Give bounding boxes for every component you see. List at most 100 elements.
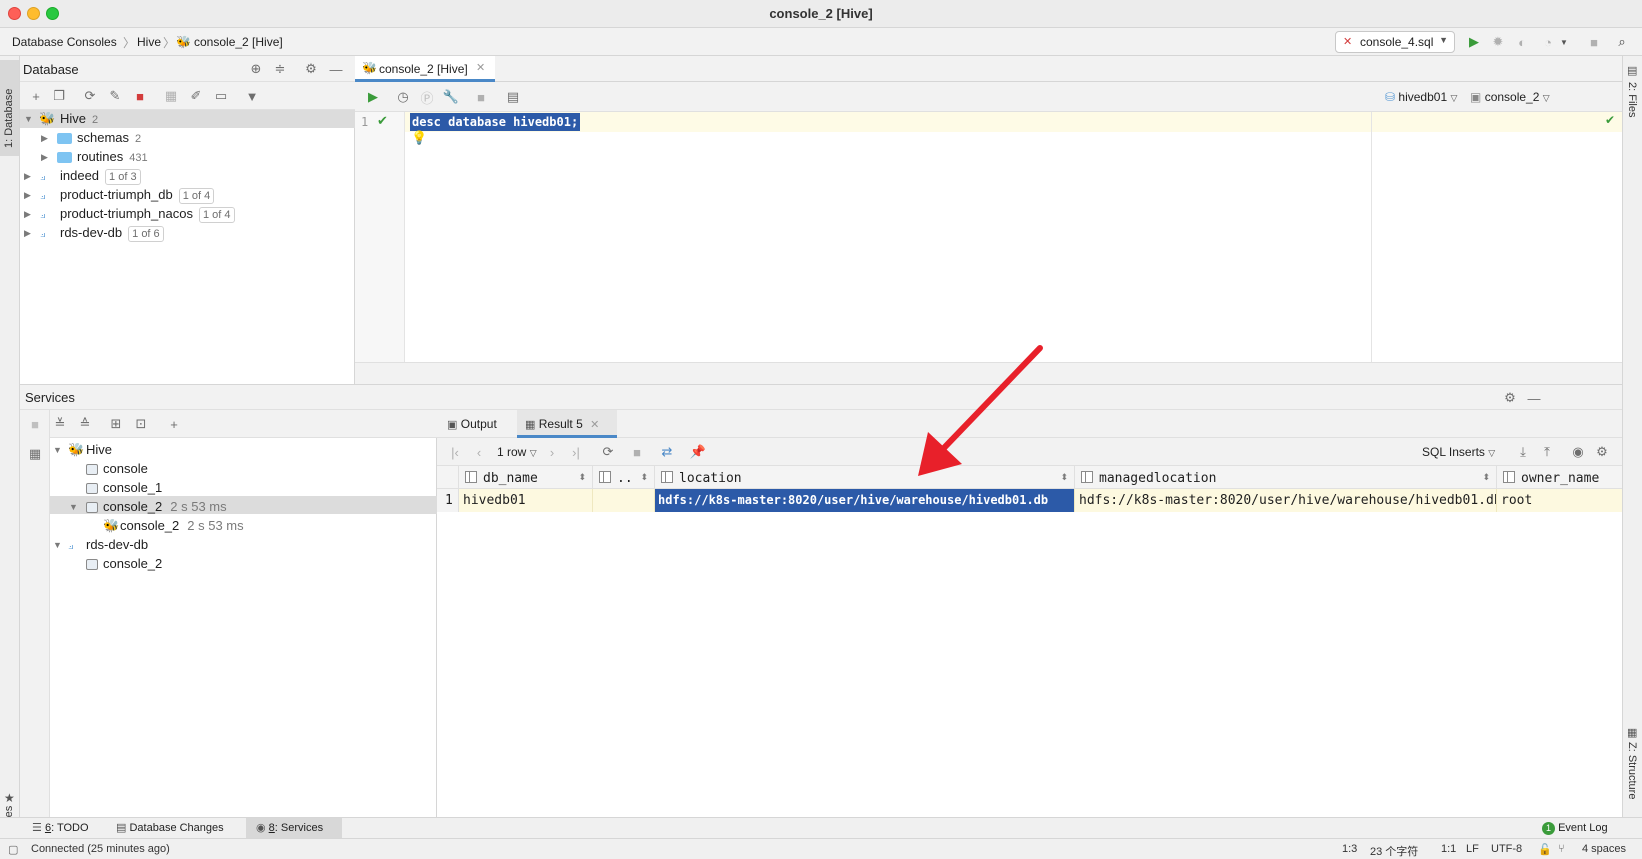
coverage-icon[interactable]: ◐ <box>1514 34 1530 50</box>
stop-icon[interactable]: ■ <box>1586 34 1602 50</box>
gear-icon[interactable]: ⚙ <box>303 61 319 77</box>
next-page-icon[interactable]: › <box>544 444 560 460</box>
column-header-owner-name[interactable]: owner_name <box>1497 466 1622 489</box>
edit-icon[interactable]: ✐ <box>188 88 204 104</box>
chevron-down-icon[interactable]: ▼ <box>69 497 78 517</box>
copy-icon[interactable]: ❐ <box>51 88 67 104</box>
expand-all-icon[interactable]: ≚ <box>52 416 68 432</box>
console-icon[interactable]: ▭ <box>213 88 229 104</box>
pin-session-icon[interactable]: Ⓟ <box>419 89 435 106</box>
line-separator[interactable]: LF <box>1466 843 1479 855</box>
locate-icon[interactable]: ⊕ <box>248 61 264 77</box>
chevron-down-icon[interactable]: ▼ <box>24 109 33 129</box>
chevron-right-icon[interactable]: ▶ <box>41 128 48 148</box>
hide-icon[interactable]: — <box>1526 390 1542 406</box>
disconnect-icon[interactable]: ■ <box>132 88 148 104</box>
table-view-icon[interactable]: ▤ <box>505 89 521 105</box>
filter-icon[interactable]: ▼ <box>244 88 260 104</box>
column-header-location[interactable]: location ⬍ <box>655 466 1075 489</box>
event-log-tool-button[interactable]: 1 Event Log <box>1542 818 1608 839</box>
chevron-right-icon[interactable]: ▶ <box>24 223 31 243</box>
table-icon[interactable]: ▦ <box>163 88 179 104</box>
session-selector[interactable]: ▣ console_2 ▽ <box>1470 90 1550 104</box>
tree-node-product-triumph-nacos[interactable]: ▶ ⟓ product-triumph_nacos 1 of 4 <box>20 204 355 224</box>
table-cell[interactable]: hivedb01 <box>459 489 593 512</box>
tree-node-schemas[interactable]: ▶ schemas 2 <box>20 128 355 148</box>
table-cell[interactable]: root <box>1497 489 1622 512</box>
execute-icon[interactable]: ▶ <box>365 89 381 105</box>
close-icon[interactable]: ✕ <box>476 61 485 74</box>
sort-icon[interactable]: ⬍ <box>1060 466 1068 488</box>
profile-icon[interactable]: ◔ <box>1540 34 1556 50</box>
wrench-icon[interactable]: 🔧 <box>443 89 459 105</box>
first-page-icon[interactable]: |‹ <box>447 444 463 460</box>
download-icon[interactable]: ⤓ <box>1515 444 1531 460</box>
sql-code-selected[interactable]: desc database hivedb01; <box>410 113 581 131</box>
search-icon[interactable]: ⌕ <box>1614 34 1630 50</box>
files-tool-tab[interactable]: 2: Files <box>1626 82 1638 117</box>
service-node-rds-dev-db[interactable]: ▼ ⟓ rds-dev-db <box>50 535 437 555</box>
sort-icon[interactable]: ⬍ <box>578 466 586 488</box>
tab-console-2[interactable]: 🐝 console_2 [Hive] ✕ <box>355 56 495 82</box>
lock-icon[interactable]: 🔓 <box>1538 843 1552 856</box>
refresh-icon[interactable]: ⟳ <box>82 88 98 104</box>
caret-position[interactable]: 1:3 <box>1342 843 1357 855</box>
run-configuration-select[interactable]: ✕ console_4.sql ▼ <box>1335 31 1455 53</box>
previous-page-icon[interactable]: ‹ <box>471 444 487 460</box>
structure-tool-tab[interactable]: Z: Structure <box>1626 742 1638 799</box>
tree-node-indeed[interactable]: ▶ ⟓ indeed 1 of 3 <box>20 166 355 186</box>
group-icon[interactable]: ⊞ <box>108 416 124 432</box>
sort-icon[interactable]: ⬍ <box>1482 466 1490 488</box>
upload-icon[interactable]: ⤒ <box>1539 444 1555 460</box>
gear-icon[interactable]: ⚙ <box>1502 390 1518 406</box>
chevron-down-icon[interactable]: ▼ <box>53 440 62 460</box>
add-icon[interactable]: + <box>28 88 44 104</box>
edit-properties-icon[interactable]: ✎ <box>107 88 123 104</box>
debug-icon[interactable]: ✹ <box>1490 34 1506 50</box>
collapse-icon[interactable]: ≑ <box>272 61 288 77</box>
hide-icon[interactable]: — <box>328 61 344 77</box>
chevron-right-icon[interactable]: ▶ <box>24 185 31 205</box>
lightbulb-icon[interactable]: 💡 <box>411 130 427 146</box>
stop-icon[interactable]: ■ <box>629 444 645 460</box>
tree-node-rds-dev-db[interactable]: ▶ ⟓ rds-dev-db 1 of 6 <box>20 223 355 243</box>
refresh-icon[interactable]: ⟳ <box>600 444 616 460</box>
indent-setting[interactable]: 4 spaces <box>1582 843 1626 855</box>
todo-tool-button[interactable]: ☰ 6: TODO <box>32 818 89 839</box>
breadcrumb-hive[interactable]: Hive <box>137 35 161 49</box>
caret-position-secondary[interactable]: 1:1 <box>1441 843 1456 855</box>
column-header-comment[interactable]: .. ⬍ <box>593 466 655 489</box>
close-icon[interactable]: ✕ <box>590 419 599 431</box>
table-cell-selected[interactable]: hdfs://k8s-master:8020/user/hive/warehou… <box>655 489 1075 512</box>
service-node-console-2-session[interactable]: 🐝 console_2 2 s 53 ms <box>50 516 437 536</box>
tab-output[interactable]: ▣ Output <box>447 410 517 438</box>
rows-selector[interactable]: 1 row ▽ <box>497 445 537 459</box>
column-header-managedlocation[interactable]: managedlocation ⬍ <box>1075 466 1497 489</box>
table-cell[interactable] <box>593 489 655 512</box>
table-cell[interactable]: hdfs://k8s-master:8020/user/hive/warehou… <box>1075 489 1497 512</box>
chevron-right-icon[interactable]: ▶ <box>24 204 31 224</box>
stop-icon[interactable]: ■ <box>27 416 43 432</box>
last-page-icon[interactable]: ›| <box>568 444 584 460</box>
history-icon[interactable]: ◷ <box>395 89 411 105</box>
chevron-down-icon[interactable]: ▼ <box>1556 34 1572 50</box>
service-node-console[interactable]: console <box>50 459 437 479</box>
sort-icon[interactable]: ⬍ <box>640 466 648 488</box>
tab-result-5[interactable]: ▦ Result 5 ✕ <box>517 410 617 438</box>
tree-node-hive[interactable]: ▼ 🐝 Hive 2 <box>20 109 355 129</box>
panel-toggle-icon[interactable]: ▢ <box>8 843 18 856</box>
layout-icon[interactable]: ▦ <box>27 446 43 462</box>
chevron-right-icon[interactable]: ▶ <box>41 147 48 167</box>
breadcrumb-database-consoles[interactable]: Database Consoles <box>12 35 117 49</box>
chevron-down-icon[interactable]: ▼ <box>53 535 62 555</box>
tree-node-routines[interactable]: ▶ routines 431 <box>20 147 355 167</box>
run-icon[interactable]: ▶ <box>1466 34 1482 50</box>
column-header-db-name[interactable]: db_name ⬍ <box>459 466 593 489</box>
file-encoding[interactable]: UTF-8 <box>1491 843 1522 855</box>
export-format-selector[interactable]: SQL Inserts ▽ <box>1422 445 1495 459</box>
service-node-console-2[interactable]: ▼ console_2 2 s 53 ms <box>50 497 437 517</box>
service-node-rds-console-2[interactable]: console_2 <box>50 554 437 574</box>
stop-icon[interactable]: ■ <box>473 89 489 105</box>
service-node-hive[interactable]: ▼ 🐝 Hive <box>50 440 437 460</box>
tree-node-product-triumph-db[interactable]: ▶ ⟓ product-triumph_db 1 of 4 <box>20 185 355 205</box>
